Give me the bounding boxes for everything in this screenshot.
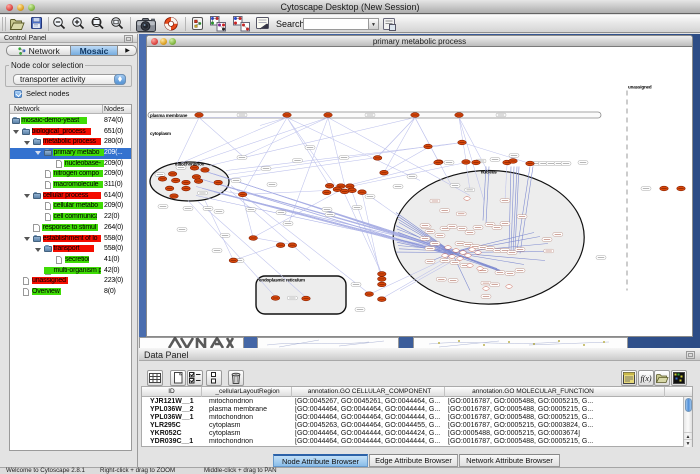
svg-text:cytoplasm: cytoplasm <box>150 131 171 136</box>
svg-text:f(x): f(x) <box>640 374 651 383</box>
svg-text:endoplasmic reticulum: endoplasmic reticulum <box>259 277 305 282</box>
svg-text:mitochondrion: mitochondrion <box>175 161 205 166</box>
svg-text:nucleus: nucleus <box>481 169 498 174</box>
svg-text:plasma membrane: plasma membrane <box>150 113 188 118</box>
svg-text:unassigned: unassigned <box>628 84 652 89</box>
